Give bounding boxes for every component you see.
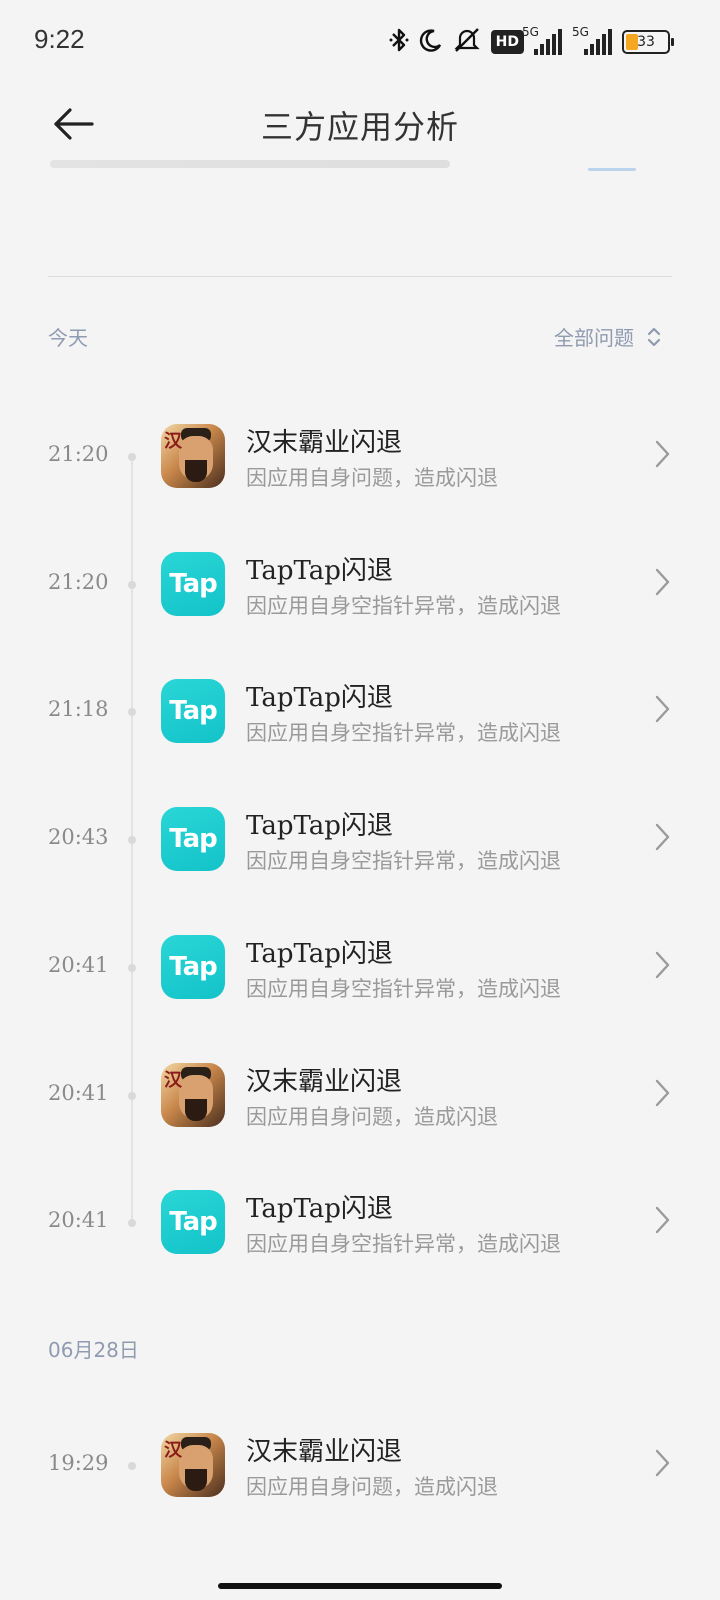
battery-icon: 33 (622, 30, 674, 54)
home-indicator[interactable] (218, 1583, 502, 1589)
status-bar: 9:22 HD 5G 5G 33 (0, 0, 720, 84)
signal-5g-icon: 5G (572, 25, 612, 55)
timeline-dot (128, 1219, 136, 1228)
chevron-right-icon (655, 951, 670, 978)
hanmo-bayue-app-icon: 汉 (161, 1433, 225, 1497)
crash-time: 20:43 (48, 825, 109, 850)
crash-time: 20:41 (48, 952, 109, 977)
crash-time: 20:41 (48, 1080, 109, 1105)
chevron-right-icon (655, 1206, 670, 1234)
signal-5g-icon: 5G (522, 25, 562, 55)
crash-title: TapTap闪退 (246, 1194, 393, 1225)
timeline-dot (128, 708, 136, 717)
crash-description: 因应用自身空指针异常，造成闪退 (246, 593, 561, 618)
divider (48, 276, 672, 277)
taptap-app-icon: Tap (161, 679, 225, 744)
chevron-up-down-icon (647, 327, 661, 346)
taptap-app-icon: Tap (161, 934, 225, 999)
hd-icon: HD (490, 30, 524, 54)
chevron-right-icon (655, 696, 670, 723)
taptap-app-icon: Tap (161, 1190, 225, 1255)
chevron-right-icon (655, 1079, 670, 1106)
crash-description: 因应用自身问题，造成闪退 (246, 466, 498, 490)
status-time: 9:22 (34, 24, 85, 54)
crash-time: 21:20 (48, 569, 109, 594)
hanmo-bayue-app-icon: 汉 (161, 424, 225, 488)
chevron-right-icon (655, 1449, 670, 1477)
crash-record-row[interactable]: 19:29 汉 汉末霸业闪退因应用自身问题，造成闪退 (0, 1419, 720, 1511)
crash-time: 19:29 (48, 1451, 109, 1475)
crash-record-row[interactable]: 20:41 汉 汉末霸业闪退因应用自身问题，造成闪退 (0, 1049, 720, 1141)
crash-title: 汉末霸业闪退 (246, 1066, 403, 1097)
chevron-right-icon (655, 823, 670, 851)
hanmo-bayue-app-icon: 汉 (161, 1062, 225, 1127)
chevron-right-icon (655, 568, 670, 595)
battery-percent: 33 (637, 34, 655, 50)
app-icon-glyph: 汉 (164, 431, 182, 452)
crash-record-row[interactable]: 20:41 Tap TapTap闪退因应用自身空指针异常，造成闪退 (0, 1176, 720, 1268)
crash-time: 21:18 (48, 697, 109, 722)
section-label-date: 06月28日 (48, 1338, 139, 1362)
timeline-dot (128, 963, 136, 972)
crash-time: 20:41 (48, 1208, 109, 1233)
status-icons: HD 5G 5G 33 (389, 24, 674, 60)
mute-icon (453, 27, 481, 57)
timeline-dot (128, 1462, 136, 1470)
timeline-dot (128, 453, 136, 461)
crash-description: 因应用自身空指针异常，造成闪退 (246, 976, 561, 1001)
issue-filter-dropdown[interactable]: 全部问题 (554, 322, 662, 351)
network-label: 5G (572, 25, 589, 39)
crash-record-row[interactable]: 20:41 Tap TapTap闪退因应用自身空指针异常，造成闪退 (0, 921, 720, 1013)
crash-record-row[interactable]: 21:20 Tap TapTap闪退因应用自身空指针异常，造成闪退 (0, 538, 720, 630)
chevron-right-icon (655, 440, 670, 468)
crash-time: 21:20 (48, 442, 109, 466)
scrolled-summary-link (588, 168, 636, 171)
crash-description: 因应用自身问题，造成闪退 (246, 1104, 498, 1129)
scrolled-summary-text (50, 150, 470, 174)
filter-label: 全部问题 (554, 326, 634, 350)
network-label: 5G (522, 25, 539, 39)
page-title: 三方应用分析 (260, 108, 459, 146)
timeline-dot (128, 1091, 136, 1100)
crash-description: 因应用自身空指针异常，造成闪退 (246, 849, 561, 874)
crash-description: 因应用自身问题，造成闪退 (246, 1475, 498, 1499)
crash-title: TapTap闪退 (246, 683, 393, 714)
bluetooth-icon (389, 27, 409, 57)
taptap-app-icon: Tap (161, 807, 225, 872)
app-icon-glyph: 汉 (164, 1440, 182, 1461)
timeline-dot (128, 580, 136, 589)
crash-record-row[interactable]: 21:18 Tap TapTap闪退因应用自身空指针异常，造成闪退 (0, 665, 720, 757)
app-icon-glyph: 汉 (164, 1069, 182, 1091)
crash-record-row[interactable]: 21:20 汉 汉末霸业闪退因应用自身问题，造成闪退 (0, 410, 720, 502)
crash-description: 因应用自身空指针异常，造成闪退 (246, 1232, 561, 1257)
section-label-today: 今天 (48, 326, 88, 350)
moon-icon (419, 28, 443, 56)
crash-title: TapTap闪退 (246, 811, 393, 842)
crash-title: TapTap闪退 (246, 555, 393, 586)
crash-title: 汉末霸业闪退 (246, 1437, 403, 1467)
crash-title: 汉末霸业闪退 (246, 428, 403, 458)
crash-description: 因应用自身空指针异常，造成闪退 (246, 721, 561, 746)
taptap-app-icon: Tap (161, 551, 225, 616)
crash-title: TapTap闪退 (246, 938, 393, 969)
timeline-dot (128, 836, 136, 845)
crash-record-row[interactable]: 20:43 Tap TapTap闪退因应用自身空指针异常，造成闪退 (0, 793, 720, 885)
